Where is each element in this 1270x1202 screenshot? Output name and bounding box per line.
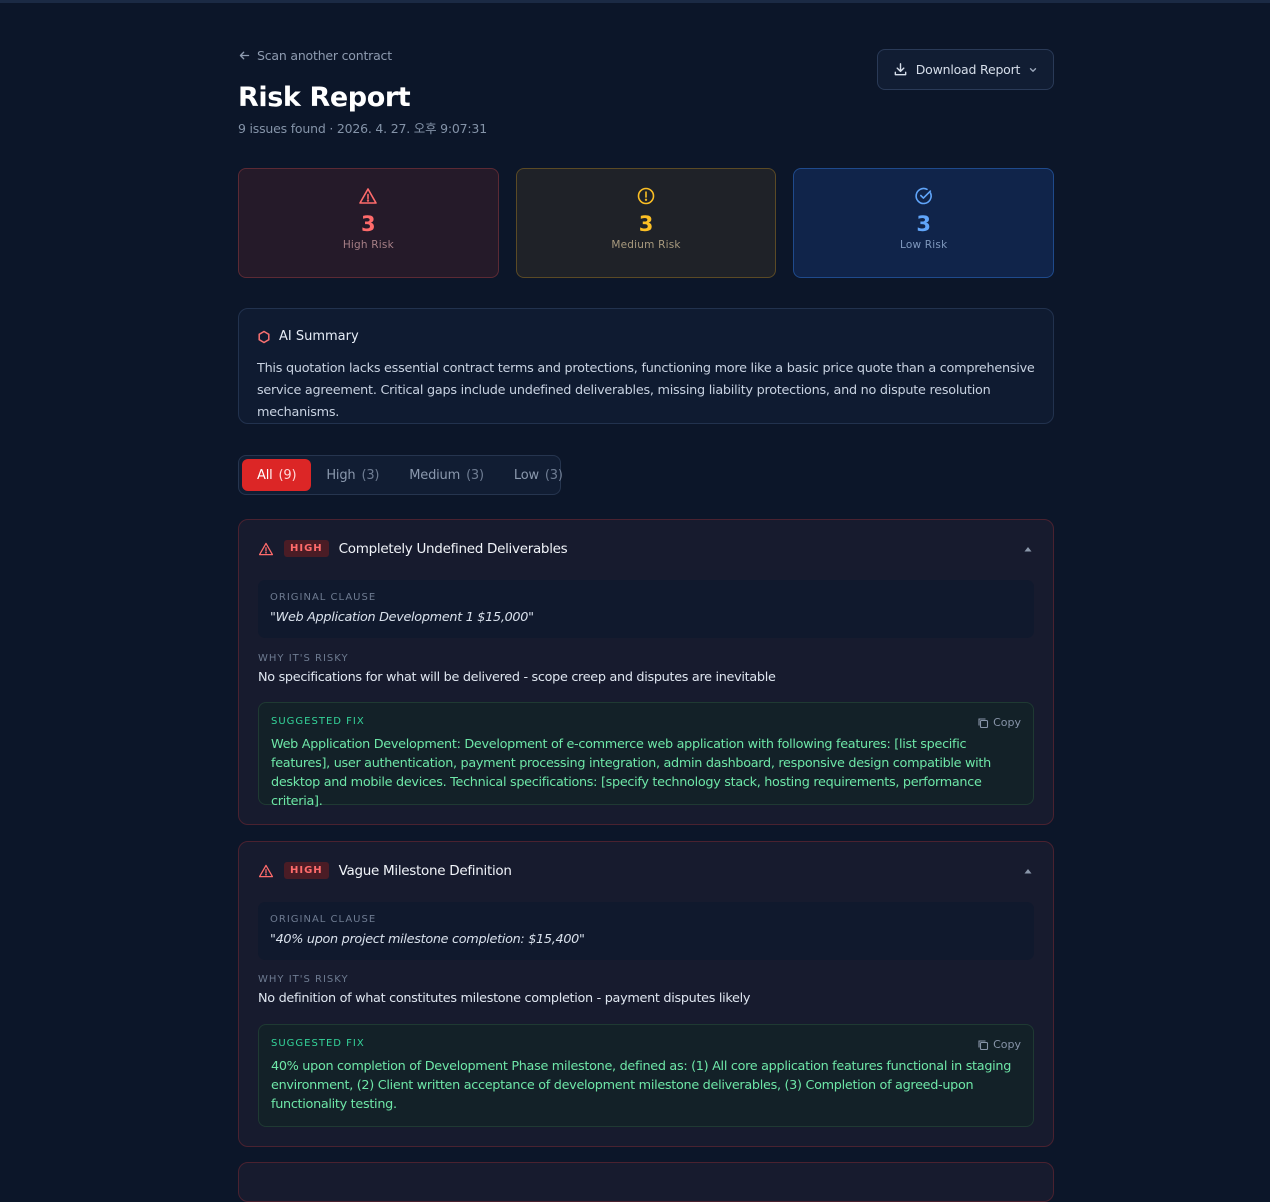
original-clause-text: "Web Application Development 1 $15,000" bbox=[270, 610, 534, 625]
chevron-down-icon bbox=[1030, 67, 1037, 72]
original-clause-label: ORIGINAL CLAUSE bbox=[270, 592, 377, 603]
original-clause-text: "40% upon project milestone completion: … bbox=[270, 932, 585, 947]
stat-label-medium: Medium Risk bbox=[611, 239, 681, 251]
stat-count-high: 3 bbox=[361, 212, 376, 236]
page-subtitle: 9 issues found · 2026. 4. 27. 오후 9:07:31 bbox=[238, 121, 487, 136]
issue-card bbox=[238, 1162, 1054, 1202]
suggested-fix-label: SUGGESTED FIX bbox=[271, 716, 365, 727]
arrow-left-icon bbox=[239, 51, 250, 60]
stat-card-low: 3 Low Risk bbox=[793, 168, 1055, 278]
top-border bbox=[0, 0, 1270, 3]
copy-label: Copy bbox=[993, 1038, 1021, 1051]
tab-all[interactable]: All (9) bbox=[242, 459, 312, 491]
why-risky-label: WHY IT'S RISKY bbox=[258, 653, 349, 664]
tab-high-count: (3) bbox=[361, 467, 380, 483]
why-risky-section: WHY IT'S RISKY No specifications for wha… bbox=[258, 653, 776, 685]
risk-stats: 3 High Risk 3 Medium Risk 3 Low Risk bbox=[238, 168, 1055, 278]
warning-triangle-icon bbox=[359, 188, 378, 204]
why-risky-label: WHY IT'S RISKY bbox=[258, 974, 349, 985]
download-report-button[interactable]: Download Report bbox=[877, 49, 1054, 90]
severity-filter-tabs: All (9) High (3) Medium (3) Low (3) bbox=[238, 455, 563, 495]
ai-sparkle-icon bbox=[258, 330, 270, 343]
suggested-fix-text: Web Application Development: Development… bbox=[271, 737, 991, 809]
original-clause-box: ORIGINAL CLAUSE "Web Application Develop… bbox=[258, 580, 1034, 638]
stat-card-high: 3 High Risk bbox=[238, 168, 499, 278]
tab-low[interactable]: Low (3) bbox=[499, 459, 578, 491]
issue-card: HIGH Completely Undefined Deliverables O… bbox=[238, 519, 1054, 825]
page-title: Risk Report bbox=[238, 82, 411, 113]
why-risky-section: WHY IT'S RISKY No definition of what con… bbox=[258, 974, 750, 1006]
back-link[interactable]: Scan another contract bbox=[238, 48, 392, 63]
stat-count-medium: 3 bbox=[638, 212, 654, 236]
copy-button[interactable]: Copy bbox=[977, 1038, 1021, 1051]
tab-low-count: (3) bbox=[544, 467, 563, 483]
warning-triangle-icon bbox=[258, 542, 274, 555]
copy-icon bbox=[978, 717, 989, 728]
check-circle-icon bbox=[915, 187, 932, 205]
why-risky-text: No definition of what constitutes milest… bbox=[258, 991, 751, 1006]
tab-all-label: All bbox=[257, 467, 273, 483]
issue-title: Completely Undefined Deliverables bbox=[338, 540, 568, 557]
tab-high-label: High bbox=[326, 467, 356, 483]
issue-card: HIGH Vague Milestone Definition ORIGINAL… bbox=[238, 841, 1054, 1147]
tab-all-count: (9) bbox=[278, 467, 297, 483]
copy-button[interactable]: Copy bbox=[977, 716, 1021, 729]
original-clause-label: ORIGINAL CLAUSE bbox=[270, 914, 377, 925]
chevron-up-icon[interactable] bbox=[1023, 545, 1033, 553]
stat-label-low: Low Risk bbox=[899, 239, 948, 251]
issue-title: Vague Milestone Definition bbox=[338, 862, 512, 879]
warning-triangle-icon bbox=[258, 864, 274, 877]
chevron-up-icon[interactable] bbox=[1023, 867, 1033, 875]
tab-medium[interactable]: Medium (3) bbox=[394, 459, 499, 491]
stat-card-medium: 3 Medium Risk bbox=[515, 168, 777, 278]
summary-heading: AI Summary bbox=[279, 329, 359, 344]
summary-text: This quotation lacks essential contract … bbox=[257, 361, 1035, 420]
tab-medium-label: Medium bbox=[409, 467, 461, 483]
severity-badge: HIGH bbox=[284, 540, 329, 557]
suggested-fix-box: SUGGESTED FIX Copy Web Application Devel… bbox=[258, 702, 1034, 809]
tab-high[interactable]: High (3) bbox=[311, 459, 394, 491]
suggested-fix-text: 40% upon completion of Development Phase… bbox=[271, 1059, 1012, 1112]
severity-badge: HIGH bbox=[284, 862, 329, 879]
suggested-fix-label: SUGGESTED FIX bbox=[271, 1038, 365, 1049]
copy-icon bbox=[978, 1039, 989, 1050]
tab-low-label: Low bbox=[513, 467, 539, 483]
stat-label-high: High Risk bbox=[342, 239, 394, 251]
ai-summary-panel: AI Summary This quotation lacks essentia… bbox=[238, 308, 1054, 424]
why-risky-text: No specifications for what will be deliv… bbox=[258, 670, 776, 685]
copy-label: Copy bbox=[993, 716, 1021, 729]
stat-count-low: 3 bbox=[916, 212, 931, 236]
download-icon bbox=[894, 63, 907, 76]
suggested-fix-box: SUGGESTED FIX Copy 40% upon completion o… bbox=[258, 1024, 1034, 1127]
alert-circle-icon bbox=[637, 187, 655, 205]
issue-card-header[interactable]: HIGH Vague Milestone Definition bbox=[258, 862, 512, 879]
download-report-label: Download Report bbox=[915, 62, 1021, 77]
back-link-label: Scan another contract bbox=[257, 48, 392, 63]
original-clause-box: ORIGINAL CLAUSE "40% upon project milest… bbox=[258, 902, 1034, 960]
tab-medium-count: (3) bbox=[466, 467, 484, 483]
issue-card-header[interactable]: HIGH Completely Undefined Deliverables bbox=[258, 540, 568, 557]
